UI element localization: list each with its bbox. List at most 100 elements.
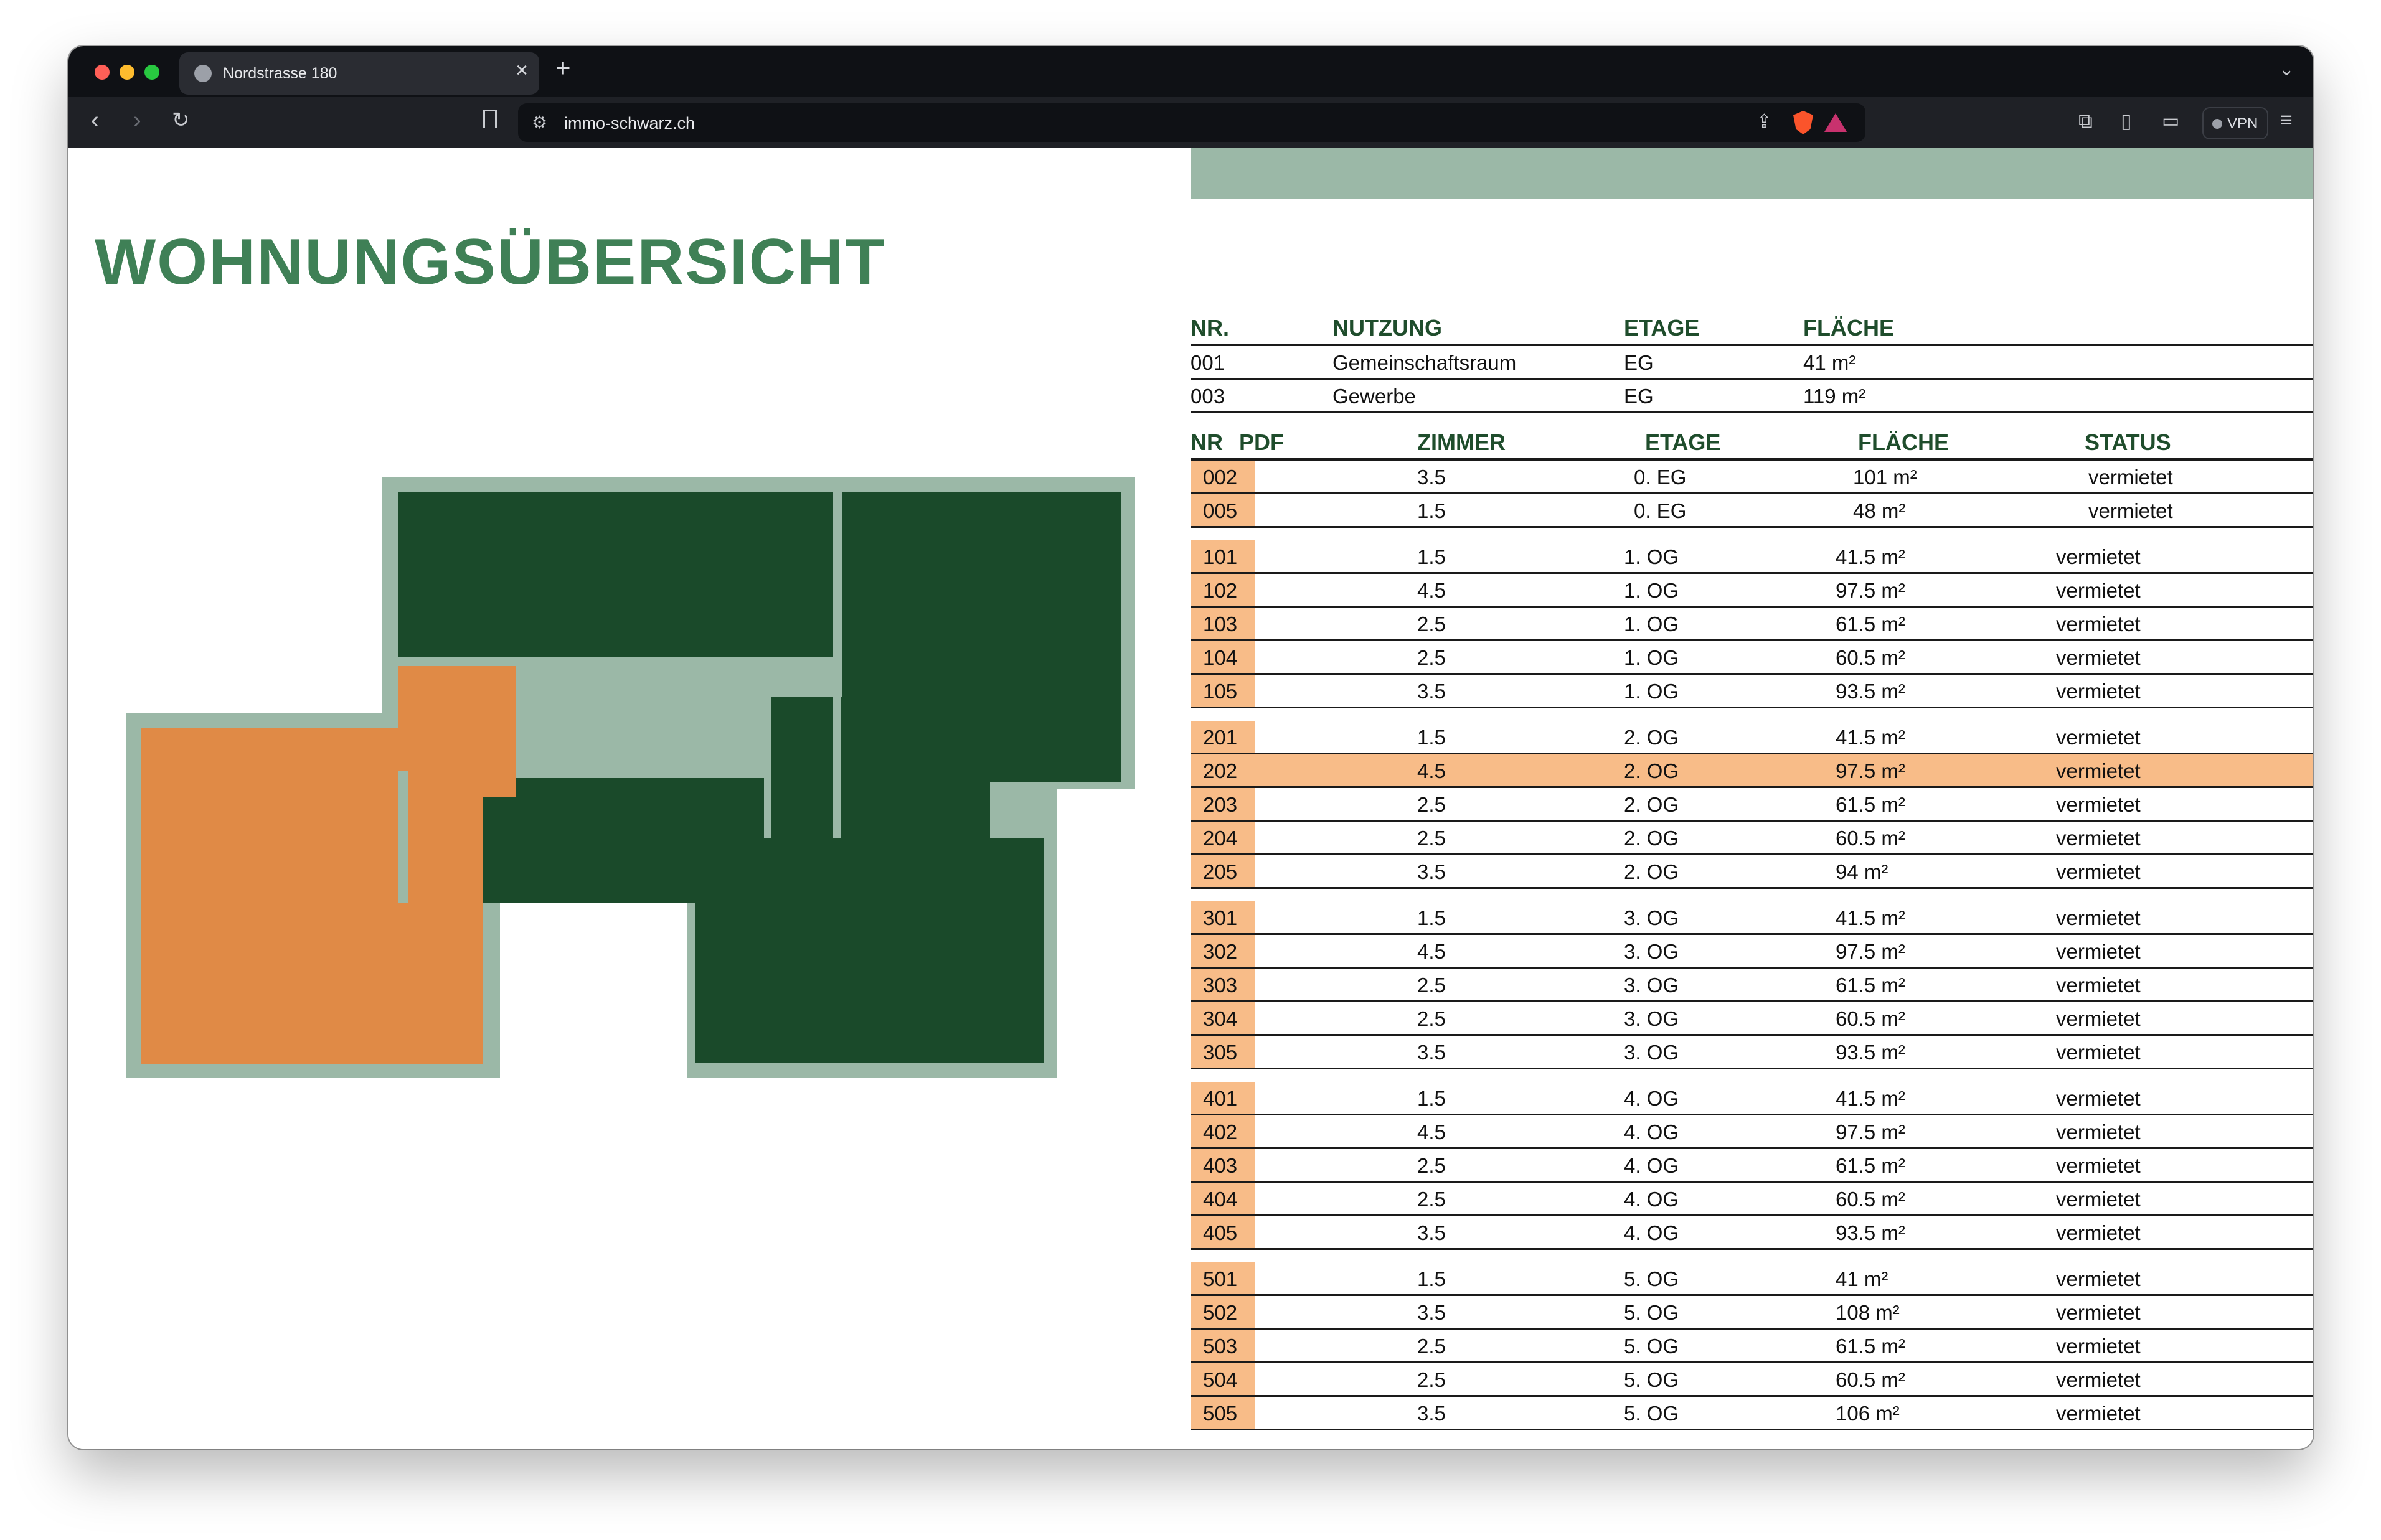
table-row[interactable]: 403 2.5 4. OG 61.5 m² vermietet xyxy=(1190,1149,2313,1183)
table-row[interactable]: 505 3.5 5. OG 106 m² vermietet xyxy=(1190,1397,2313,1430)
cell-nr[interactable]: 205 xyxy=(1203,860,1237,884)
table-row[interactable]: 104 2.5 1. OG 60.5 m² vermietet xyxy=(1190,641,2313,675)
cell-flaeche: 60.5 m² xyxy=(1836,646,1905,669)
cell-nr[interactable]: 402 xyxy=(1203,1120,1237,1144)
table-row[interactable]: 405 3.5 4. OG 93.5 m² vermietet xyxy=(1190,1216,2313,1250)
cell-flaeche: 108 m² xyxy=(1836,1301,1900,1324)
table-row[interactable]: 401 1.5 4. OG 41.5 m² vermietet xyxy=(1190,1082,2313,1115)
table-row[interactable]: 105 3.5 1. OG 93.5 m² vermietet xyxy=(1190,675,2313,708)
cell-nr[interactable]: 502 xyxy=(1203,1301,1237,1325)
back-icon[interactable]: ‹ xyxy=(91,108,99,132)
cell-nr[interactable]: 501 xyxy=(1203,1267,1237,1291)
unit-highlighted-upper[interactable] xyxy=(398,666,516,797)
cell-nr[interactable]: 101 xyxy=(1203,545,1237,569)
cell-nr[interactable]: 002 xyxy=(1203,466,1237,489)
wallet-icon[interactable]: ▭ xyxy=(2162,112,2179,131)
brave-shields-icon[interactable] xyxy=(1793,111,1813,134)
table-row[interactable]: 101 1.5 1. OG 41.5 m² vermietet xyxy=(1190,540,2313,574)
table-row[interactable]: 402 4.5 4. OG 97.5 m² vermietet xyxy=(1190,1115,2313,1149)
new-tab-button[interactable]: + xyxy=(555,55,571,81)
cell-zimmer: 4.5 xyxy=(1417,579,1446,602)
extensions-icon[interactable]: ⧉ xyxy=(2078,111,2093,131)
table-row[interactable]: 003 Gewerbe EG 119 m² xyxy=(1190,380,2313,413)
table-row[interactable]: 102 4.5 1. OG 97.5 m² vermietet xyxy=(1190,574,2313,608)
table-row[interactable]: 302 4.5 3. OG 97.5 m² vermietet xyxy=(1190,935,2313,969)
chevron-down-icon[interactable]: ⌄ xyxy=(2279,59,2294,80)
address-bar[interactable]: ⚙ immo-schwarz.ch ⇪ xyxy=(518,103,1865,142)
table-row[interactable]: 202 4.5 2. OG 97.5 m² vermietet xyxy=(1190,754,2313,788)
cell-etage: 2. OG xyxy=(1624,860,1679,883)
table-row[interactable]: 503 2.5 5. OG 61.5 m² vermietet xyxy=(1190,1330,2313,1363)
bookmark-icon[interactable] xyxy=(483,110,497,128)
reload-icon[interactable]: ↻ xyxy=(172,110,190,131)
cell-nr[interactable]: 504 xyxy=(1203,1368,1237,1392)
cell-nr: 001 xyxy=(1190,351,1225,374)
cell-nr[interactable]: 202 xyxy=(1203,759,1237,783)
site-settings-icon[interactable]: ⚙ xyxy=(532,112,547,133)
table-row[interactable]: 204 2.5 2. OG 60.5 m² vermietet xyxy=(1190,822,2313,855)
table-row[interactable]: 002 3.5 0. EG 101 m² vermietet xyxy=(1190,461,2313,494)
cell-nr[interactable]: 105 xyxy=(1203,680,1237,703)
cell-nr[interactable]: 104 xyxy=(1203,646,1237,670)
cell-flaeche: 97.5 m² xyxy=(1836,759,1905,782)
col-header-flaeche: FLÄCHE xyxy=(1803,315,1894,340)
cell-nr[interactable]: 303 xyxy=(1203,974,1237,997)
minimize-window-button[interactable] xyxy=(120,65,134,80)
cell-status: vermietet xyxy=(2056,680,2141,703)
cell-nr[interactable]: 201 xyxy=(1203,726,1237,749)
unit-south-east-upper-right[interactable] xyxy=(841,697,990,838)
table-row[interactable]: 201 1.5 2. OG 41.5 m² vermietet xyxy=(1190,721,2313,754)
cell-nr[interactable]: 503 xyxy=(1203,1335,1237,1358)
cell-flaeche: 41 m² xyxy=(1803,351,1856,374)
cell-nr[interactable]: 305 xyxy=(1203,1041,1237,1064)
cell-flaeche: 41.5 m² xyxy=(1836,545,1905,568)
page-content: WOHNUNGSÜBERSICHT NR. NUTZUNG ETAGE FLÄC… xyxy=(68,148,2313,1449)
cell-nr[interactable]: 304 xyxy=(1203,1007,1237,1031)
cell-nr[interactable]: 203 xyxy=(1203,793,1237,817)
sidebar-icon[interactable]: ▯ xyxy=(2121,111,2132,131)
cell-nr[interactable]: 103 xyxy=(1203,613,1237,636)
vpn-status-icon xyxy=(2212,119,2222,129)
close-tab-icon[interactable]: × xyxy=(516,60,528,81)
unit-south-east-upper[interactable] xyxy=(771,697,833,838)
table-row[interactable]: 205 3.5 2. OG 94 m² vermietet xyxy=(1190,855,2313,889)
zoom-window-button[interactable] xyxy=(144,65,159,80)
table-row[interactable]: 005 1.5 0. EG 48 m² vermietet xyxy=(1190,494,2313,528)
cell-nr[interactable]: 401 xyxy=(1203,1087,1237,1110)
table-row[interactable]: 404 2.5 4. OG 60.5 m² vermietet xyxy=(1190,1183,2313,1216)
browser-tab[interactable]: Nordstrasse 180 × xyxy=(179,52,539,95)
cell-nr[interactable]: 405 xyxy=(1203,1221,1237,1245)
table-row[interactable]: 001 Gemeinschaftsraum EG 41 m² xyxy=(1190,346,2313,380)
cell-etage: 5. OG xyxy=(1624,1335,1679,1358)
table-row[interactable]: 304 2.5 3. OG 60.5 m² vermietet xyxy=(1190,1002,2313,1036)
cell-flaeche: 61.5 m² xyxy=(1836,974,1905,997)
cell-nr[interactable]: 302 xyxy=(1203,940,1237,964)
cell-etage: 5. OG xyxy=(1624,1301,1679,1324)
menu-icon[interactable]: ≡ xyxy=(2280,110,2293,131)
table-row[interactable]: 303 2.5 3. OG 61.5 m² vermietet xyxy=(1190,969,2313,1002)
table-row[interactable]: 305 3.5 3. OG 93.5 m² vermietet xyxy=(1190,1036,2313,1069)
table-row[interactable]: 103 2.5 1. OG 61.5 m² vermietet xyxy=(1190,608,2313,641)
close-window-button[interactable] xyxy=(95,65,110,80)
cell-nr[interactable]: 403 xyxy=(1203,1154,1237,1178)
share-icon[interactable]: ⇪ xyxy=(1756,111,1772,133)
table-row[interactable]: 501 1.5 5. OG 41 m² vermietet xyxy=(1190,1262,2313,1296)
cell-nr[interactable]: 204 xyxy=(1203,827,1237,850)
unit-north-west[interactable] xyxy=(398,492,833,657)
cell-nr[interactable]: 102 xyxy=(1203,579,1237,603)
forward-icon[interactable]: › xyxy=(133,108,141,132)
cell-nr[interactable]: 301 xyxy=(1203,906,1237,930)
cell-status: vermietet xyxy=(2088,466,2173,489)
cell-nr[interactable]: 005 xyxy=(1203,499,1237,523)
cell-status: vermietet xyxy=(2056,1087,2141,1110)
cell-nr[interactable]: 505 xyxy=(1203,1402,1237,1425)
table-row[interactable]: 203 2.5 2. OG 61.5 m² vermietet xyxy=(1190,788,2313,822)
table-row[interactable]: 502 3.5 5. OG 108 m² vermietet xyxy=(1190,1296,2313,1330)
table-row[interactable]: 301 1.5 3. OG 41.5 m² vermietet xyxy=(1190,901,2313,935)
cell-nr[interactable]: 404 xyxy=(1203,1188,1237,1211)
cell-flaeche: 119 m² xyxy=(1803,385,1866,408)
url-text[interactable]: immo-schwarz.ch xyxy=(564,114,695,133)
table-row[interactable]: 504 2.5 5. OG 60.5 m² vermietet xyxy=(1190,1363,2313,1397)
vpn-button[interactable]: VPN xyxy=(2202,107,2268,139)
brave-rewards-icon[interactable] xyxy=(1824,113,1847,132)
